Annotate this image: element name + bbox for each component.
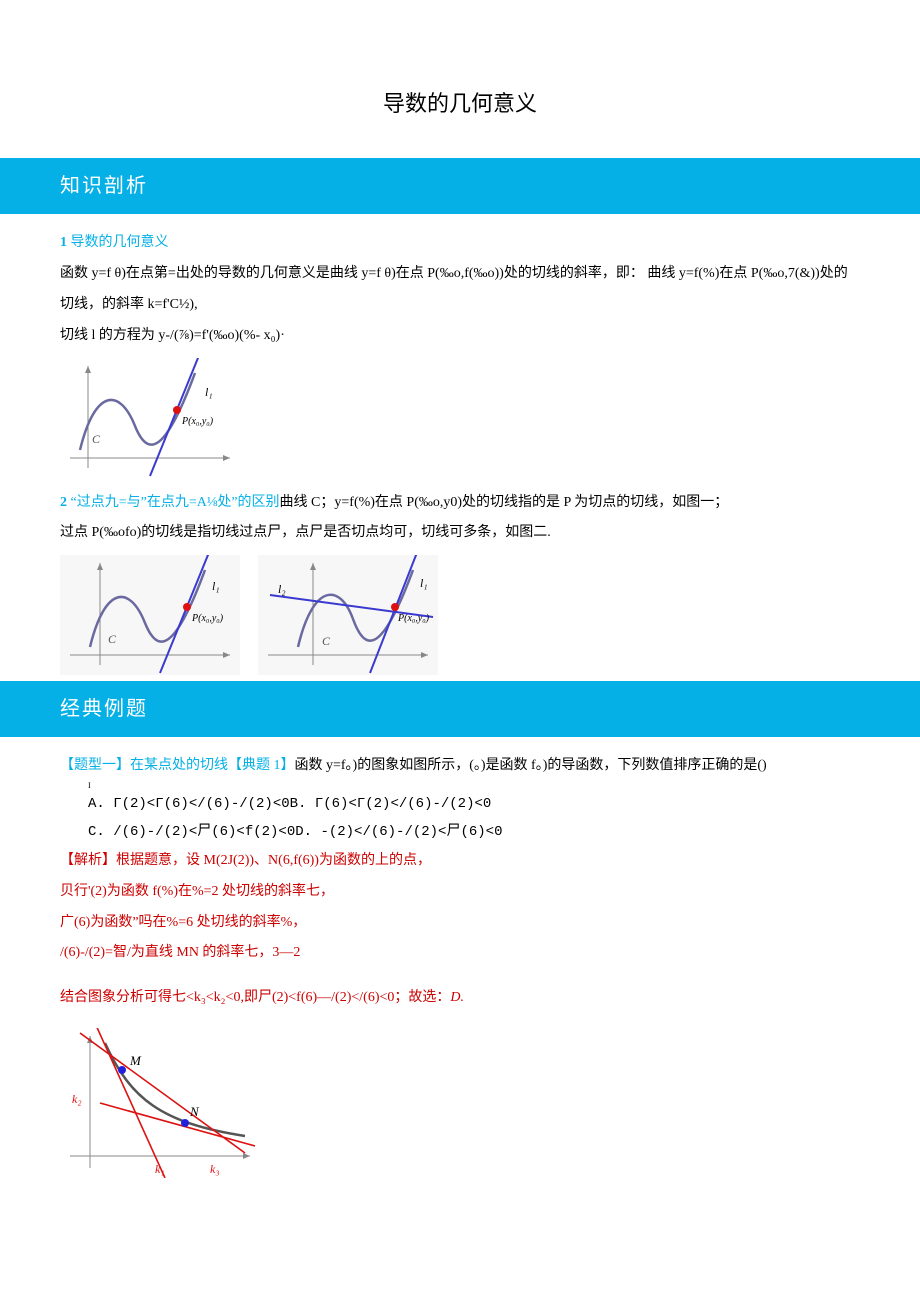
svg-text:l₂: l₂ bbox=[278, 582, 286, 596]
svg-text:C: C bbox=[322, 634, 331, 648]
q1-options: A. Γ(2)<Γ(6)</(6)-/(2)<0B. Γ(6)<Γ(2)</(6… bbox=[60, 790, 860, 846]
figure-2b: l₁ l₂ P(x₀,y₀) C bbox=[258, 555, 438, 675]
q1-ans-line3: 广(6)为函数”吗在%=6 处切线的斜率%， bbox=[60, 908, 860, 939]
svg-text:l₁: l₁ bbox=[420, 576, 428, 590]
heading-2-num: 2 bbox=[60, 495, 67, 510]
heading-1: 1 导数的几何意义 bbox=[60, 228, 860, 259]
q1-ans-line4: /(6)-/(2)=智/为直线 MN 的斜率七，3—2 bbox=[60, 938, 860, 969]
q1-option-c: C. /(6)-/(2)<尸(6)<f(2)<0 bbox=[88, 824, 295, 840]
q1-ans-tag: 【解析】 bbox=[60, 853, 116, 868]
figure-2a: l₁ P(x₀,y₀) C bbox=[60, 555, 240, 675]
q1-option-d: D. -(2)</(6)-/(2)<尸(6)<0 bbox=[295, 824, 502, 840]
heading-2-tail: 曲线 C；y=f(%)在点 P(‰o,y0)处的切线指的是 P 为切点的切线，如… bbox=[280, 495, 729, 510]
section-bar-examples: 经典例题 bbox=[0, 681, 920, 737]
q1-option-b: B. Γ(6)<Γ(2)</(6)-/(2)<0 bbox=[290, 796, 492, 812]
figure-3: M N k₂ k₁ k₃ bbox=[60, 1028, 260, 1178]
section-bar-knowledge: 知识剖析 bbox=[0, 158, 920, 214]
svg-text:C: C bbox=[108, 632, 117, 646]
q1-ans-line1: 【解析】根据题意，设 M(2J(2))、N(6,f(6))为函数的上的点， bbox=[60, 846, 860, 877]
svg-text:k₂: k₂ bbox=[72, 1092, 82, 1106]
heading-2-text: “过点九=与”在点九=A⅛处”的区别 bbox=[71, 495, 280, 510]
q1-tag2: 【典题 1】 bbox=[228, 758, 295, 773]
para-1-line-2: 切线 l 的方程为 y-/(⅞)=f'(‰o)(%- x₀)· bbox=[60, 321, 860, 352]
q1-tag1-text: 在某点处的切线 bbox=[130, 758, 228, 773]
figure-2-row: l₁ P(x₀,y₀) C l₁ l₂ P(x₀,y₀) C bbox=[60, 555, 860, 675]
svg-text:M: M bbox=[129, 1053, 142, 1068]
q1-ans-l5a: 结合图象分析可得七<k₃<k₂<0, bbox=[60, 990, 244, 1005]
svg-text:l₁: l₁ bbox=[212, 579, 220, 593]
heading-2: 2 “过点九=与”在点九=A⅛处”的区别曲线 C；y=f(%)在点 P(‰o,y… bbox=[60, 488, 860, 519]
q1-ans-l5c: D. bbox=[450, 990, 464, 1005]
page-title: 导数的几何意义 bbox=[60, 80, 860, 128]
svg-text:k₁: k₁ bbox=[155, 1162, 165, 1176]
q1-ans-l1: 根据题意，设 M(2J(2))、N(6,f(6))为函数的上的点， bbox=[116, 853, 431, 868]
q1-tag1: 【题型一】 bbox=[60, 758, 130, 773]
svg-text:k₃: k₃ bbox=[210, 1162, 220, 1176]
q1-ans-line5: 结合图象分析可得七<k₃<k₂<0,即尸(2)<f(6)—/(2)</(6)<0… bbox=[60, 983, 860, 1014]
q1-ans-l5b: 即尸(2)<f(6)—/(2)</(6)<0；故选： bbox=[244, 990, 450, 1005]
question-1-stem: 【题型一】在某点处的切线【典题 1】函数 y=f。)的图象如图所示，(。)是函数… bbox=[60, 751, 860, 782]
svg-text:P(x₀,y₀): P(x₀,y₀) bbox=[191, 613, 224, 624]
heading-1-num: 1 bbox=[60, 235, 67, 250]
q1-ans-line2: 贝行'(2)为函数 f(%)在%=2 处切线的斜率七， bbox=[60, 877, 860, 908]
heading-1-text: 导数的几何意义 bbox=[71, 235, 169, 250]
svg-text:C: C bbox=[92, 432, 101, 446]
para-1-line-1: 函数 y=f θ)在点第=出处的导数的几何意义是曲线 y=f θ)在点 P(‰o… bbox=[60, 259, 860, 321]
svg-text:l₁: l₁ bbox=[205, 385, 213, 399]
svg-text:N: N bbox=[189, 1104, 200, 1119]
figure-1: l₁ P(x₀,y₀) C bbox=[60, 358, 240, 478]
para-2-line-2: 过点 P(‰ofo)的切线是指切线过点尸，点尸是否切点均可，切线可多条，如图二. bbox=[60, 518, 860, 549]
svg-text:P(x₀,y₀): P(x₀,y₀) bbox=[181, 416, 214, 427]
tiny-mark: I bbox=[60, 782, 860, 790]
q1-stem-text: 函数 y=f。)的图象如图所示，(。)是函数 f。)的导函数，下列数值排序正确的… bbox=[295, 758, 767, 773]
svg-text:P(x₀,y₀): P(x₀,y₀) bbox=[397, 613, 430, 624]
q1-option-a: A. Γ(2)<Γ(6)</(6)-/(2)<0 bbox=[88, 796, 290, 812]
